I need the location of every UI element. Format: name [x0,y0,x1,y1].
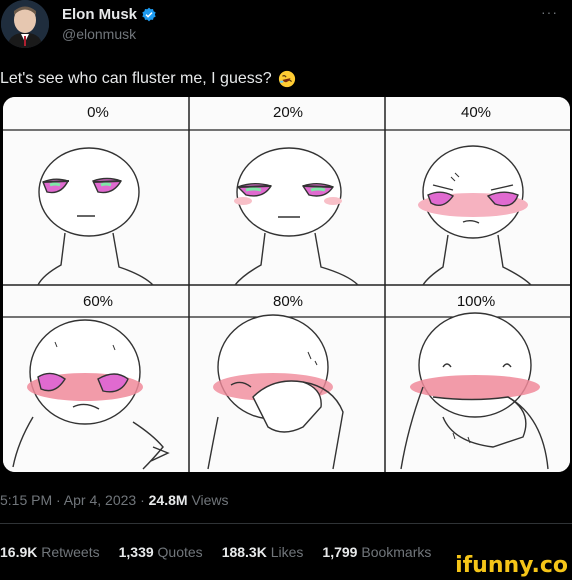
panel-label-40: 40% [460,104,492,121]
quotes-count: 1,339 [118,544,154,560]
panel-label-0: 0% [87,104,109,121]
meme-drawing [3,97,570,472]
tweet-meta: 5:15 PM · Apr 4, 2023 · 24.8M Views [0,492,229,508]
verified-badge-icon [142,7,156,21]
tweet-text-content: Let's see who can fluster me, I guess? [0,70,272,87]
panel-label-60: 60% [82,293,114,310]
avatar[interactable] [1,0,49,48]
likes-label: Likes [270,544,304,560]
author-handle[interactable]: @elonmusk [62,26,136,42]
views-label: Views [191,492,229,508]
retweets-label: Retweets [41,544,100,560]
bookmarks-label: Bookmarks [361,544,432,560]
timestamp[interactable]: 5:15 PM · Apr 4, 2023 · [0,492,145,508]
avatar-image [1,0,49,48]
more-options-icon[interactable]: ··· [541,4,558,20]
bookmarks-stat[interactable]: 1,799 Bookmarks [322,544,431,560]
meme-image[interactable]: 0% 20% 40% 60% 80% 100% [3,97,570,472]
bookmarks-count: 1,799 [322,544,358,560]
quotes-label: Quotes [157,544,203,560]
retweets-stat[interactable]: 16.9K Retweets [0,544,100,560]
likes-stat[interactable]: 188.3K Likes [222,544,304,560]
panel-label-20: 20% [272,104,304,121]
panel-label-80: 80% [272,293,304,310]
views-count: 24.8M [148,492,188,508]
likes-count: 188.3K [221,544,267,560]
author-name[interactable]: Elon Musk [62,6,137,23]
panel-label-100: 100% [456,293,496,310]
author-name-row[interactable]: Elon Musk [62,6,157,23]
rolling-on-floor-laughing-emoji-icon [278,70,295,88]
engagement-stats: 16.9K Retweets 1,339 Quotes 188.3K Likes… [0,544,431,560]
tweet-text: Let's see who can fluster me, I guess? [0,70,296,88]
retweets-count: 16.9K [0,544,38,560]
divider [0,523,572,524]
quotes-stat[interactable]: 1,339 Quotes [119,544,203,560]
ifunny-watermark: ifunny.co [455,553,568,578]
